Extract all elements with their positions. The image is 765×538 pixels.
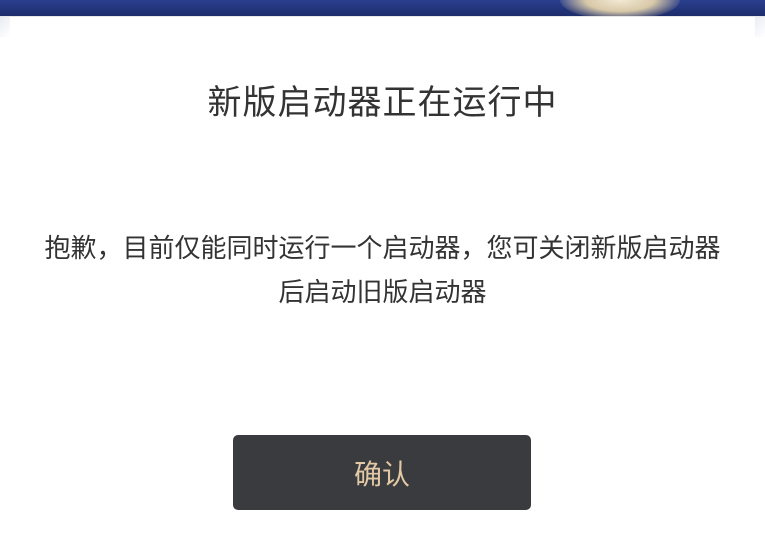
confirm-button[interactable]: 确认 (233, 435, 531, 510)
dialog-corner-right (755, 17, 765, 37)
alert-dialog: 新版启动器正在运行中 抱歉，目前仅能同时运行一个启动器，您可关闭新版启动器后启动… (0, 16, 765, 538)
dialog-message: 抱歉，目前仅能同时运行一个启动器，您可关闭新版启动器后启动旧版启动器 (44, 234, 721, 308)
dialog-title: 新版启动器正在运行中 (207, 83, 558, 123)
dialog-corner-left (0, 17, 10, 37)
background-banner (0, 0, 765, 20)
